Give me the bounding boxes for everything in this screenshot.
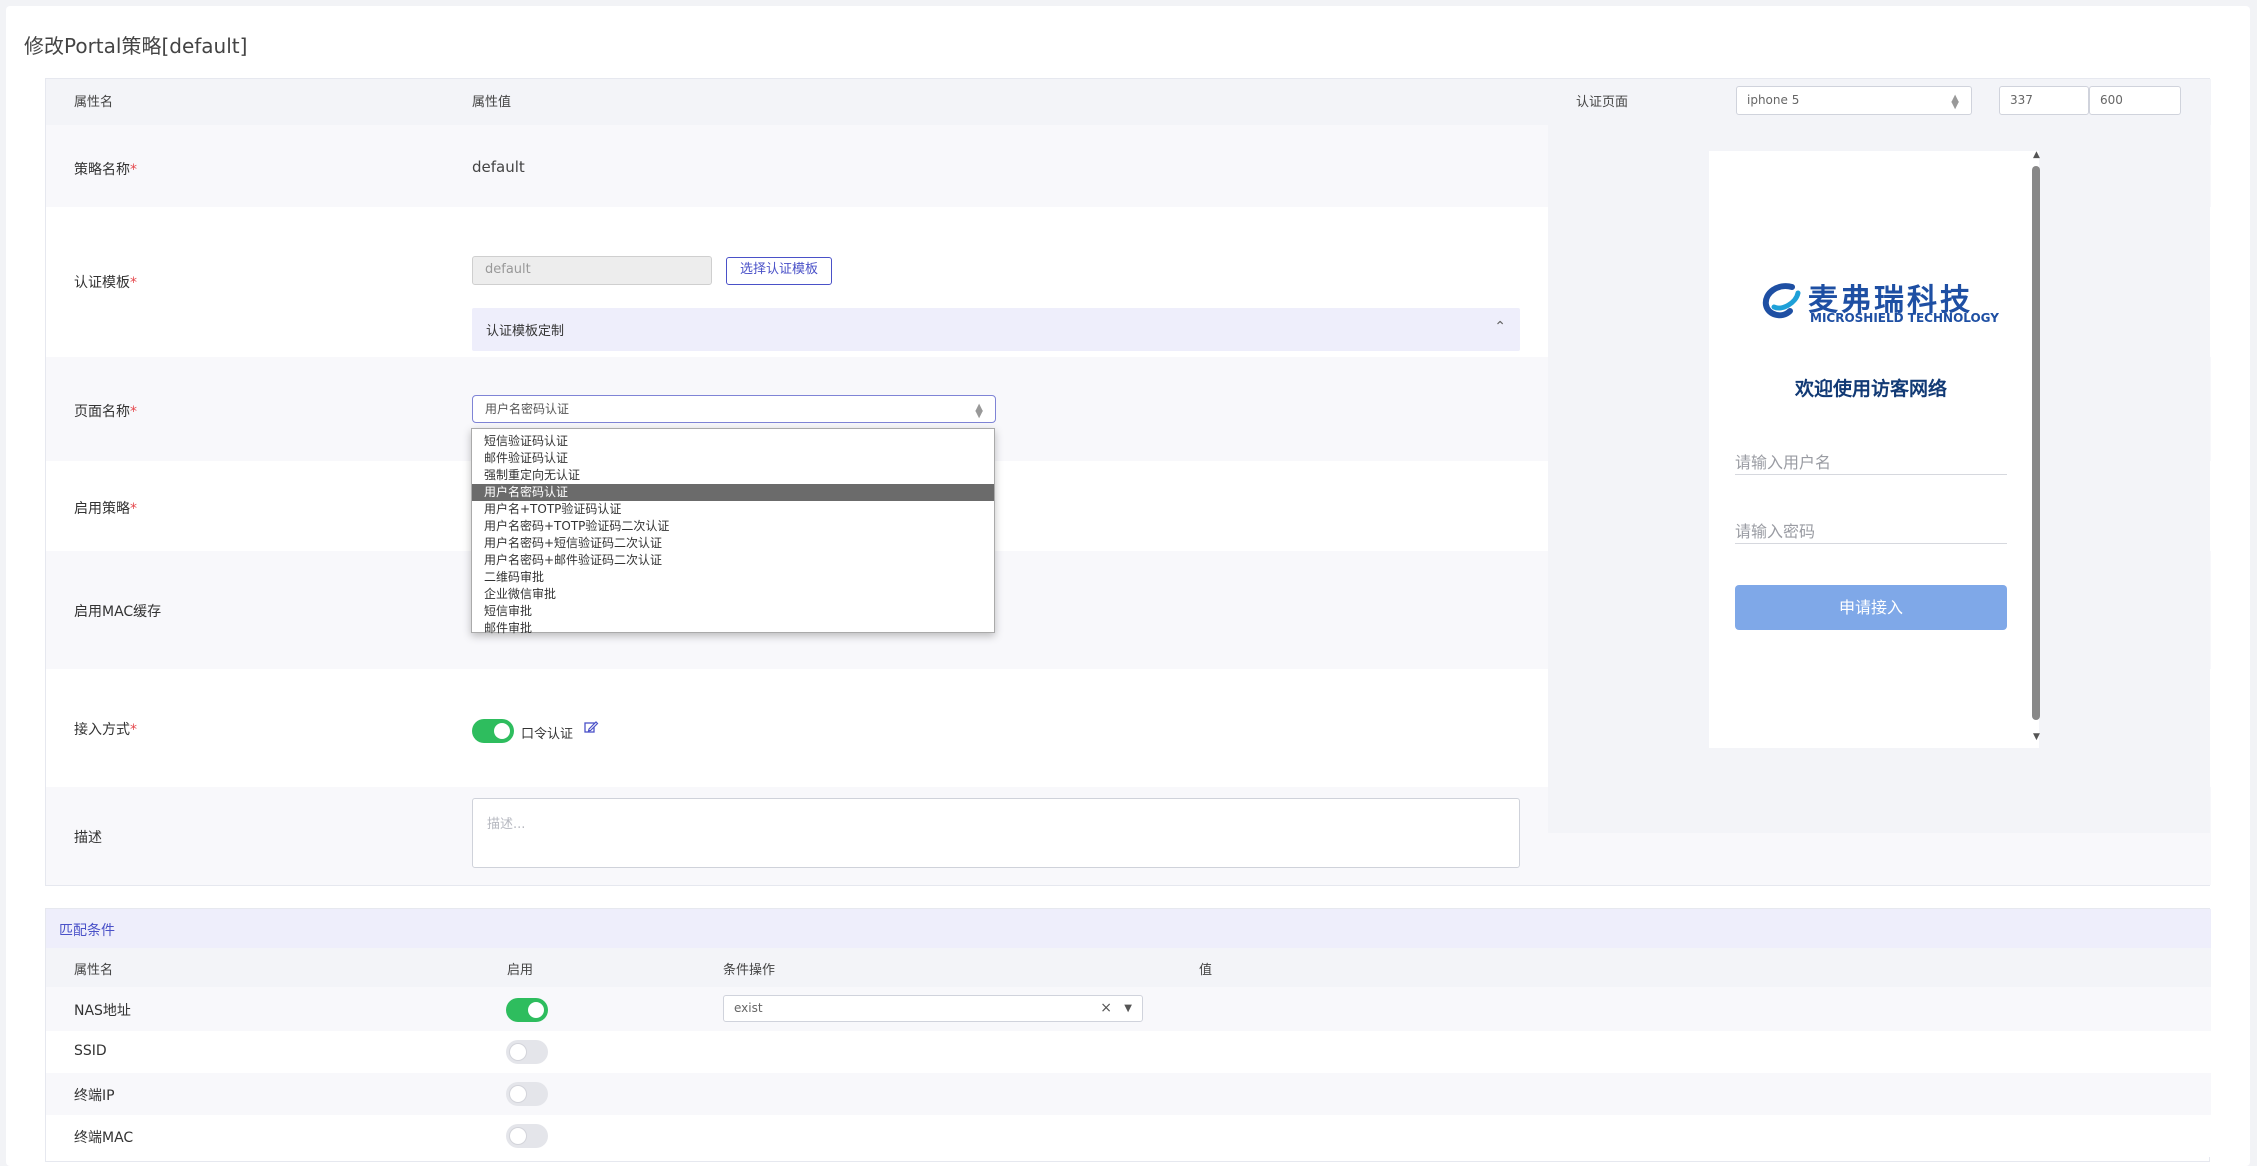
row-enable-toggle[interactable]: [506, 1040, 548, 1064]
dropdown-option[interactable]: 企业微信审批: [472, 586, 994, 603]
match-header-enable: 启用: [507, 963, 534, 978]
chevron-down-icon[interactable]: ▼: [1124, 996, 1132, 1021]
updown-icon: ▲ ▼: [975, 402, 983, 420]
dropdown-option[interactable]: 用户名密码+邮件验证码二次认证: [472, 552, 994, 569]
template-customize-label: 认证模板定制: [486, 324, 565, 339]
dropdown-option[interactable]: 用户名密码+TOTP验证码二次认证: [472, 518, 994, 535]
condition-op-value: exist: [734, 1001, 763, 1015]
dropdown-option[interactable]: 邮件验证码认证: [472, 450, 994, 467]
template-label: 认证模板*: [74, 275, 137, 291]
device-select[interactable]: iphone 5 ▲ ▼: [1736, 86, 1972, 115]
page-name-dropdown[interactable]: 短信验证码认证 邮件验证码认证 强制重定向无认证 用户名密码认证 用户名+TOT…: [471, 428, 995, 635]
scroll-up-icon[interactable]: ▲: [2033, 150, 2040, 160]
page-name-select-value: 用户名密码认证: [485, 402, 570, 416]
template-customize-bar[interactable]: 认证模板定制 ⌃: [472, 308, 1520, 351]
company-logo: 麦弗瑞科技 MICROSHIELD TECHNOLOGY: [1760, 275, 1999, 325]
access-method-label: 接入方式*: [74, 722, 137, 738]
dropdown-option[interactable]: 邮件审批: [472, 620, 994, 637]
mac-cache-label: 启用MAC缓存: [74, 604, 162, 620]
match-title: 匹配条件: [59, 923, 115, 939]
phone-preview: 麦弗瑞科技 MICROSHIELD TECHNOLOGY 欢迎使用访客网络 请输…: [1709, 151, 2039, 748]
access-method-option: 口令认证: [521, 727, 574, 742]
clear-icon[interactable]: ×: [1100, 996, 1112, 1021]
dropdown-option[interactable]: 用户名+TOTP验证码认证: [472, 501, 994, 518]
description-textarea[interactable]: [472, 798, 1520, 868]
match-header-name: 属性名: [74, 963, 114, 978]
device-select-value: iphone 5: [1747, 93, 1800, 107]
logo-en: MICROSHIELD TECHNOLOGY: [1810, 311, 1999, 325]
row-enable-toggle[interactable]: [506, 1082, 548, 1106]
match-title-bar: 匹配条件: [46, 909, 2211, 948]
header-value: 属性值: [472, 95, 512, 110]
logo-icon: [1762, 283, 1801, 319]
dropdown-option-selected[interactable]: 用户名密码认证: [472, 484, 994, 501]
row-name: 终端MAC: [74, 1130, 134, 1146]
match-header-value: 值: [1199, 963, 1213, 978]
row-enable-toggle[interactable]: [506, 1124, 548, 1148]
row-name: SSID: [74, 1043, 107, 1059]
edit-icon[interactable]: [583, 719, 599, 735]
dropdown-option[interactable]: 二维码审批: [472, 569, 994, 586]
page-name-label: 页面名称*: [74, 404, 137, 420]
updown-icon: ▲ ▼: [1951, 93, 1959, 111]
table-row: 终端IP: [46, 1073, 2211, 1115]
chevron-up-icon[interactable]: ⌃: [1494, 319, 1506, 335]
dropdown-option[interactable]: 短信验证码认证: [472, 433, 994, 450]
policy-name-label: 策略名称*: [74, 162, 137, 178]
apply-button[interactable]: 申请接入: [1735, 585, 2007, 630]
preview-height-input[interactable]: 600: [2089, 86, 2181, 115]
choose-template-button[interactable]: 选择认证模板: [726, 257, 832, 285]
row-enable-toggle[interactable]: [506, 998, 548, 1022]
row-name: 终端IP: [74, 1088, 115, 1104]
preview-scrollbar[interactable]: [2032, 166, 2040, 720]
policy-name-value: default: [472, 158, 525, 176]
table-row: NAS地址 exist × ▼: [46, 987, 2211, 1031]
welcome-text: 欢迎使用访客网络: [1794, 378, 1947, 400]
table-row: SSID: [46, 1031, 2211, 1073]
page-title: 修改Portal策略[default]: [24, 34, 248, 58]
template-input: default: [472, 256, 712, 285]
table-row: 终端MAC: [46, 1115, 2211, 1157]
preview-width-input[interactable]: 337: [1999, 86, 2089, 115]
preview-label: 认证页面: [1576, 95, 1629, 110]
match-header-op: 条件操作: [723, 963, 776, 978]
match-header-row: 属性名 启用 条件操作 值: [46, 948, 2211, 987]
access-method-toggle[interactable]: [472, 719, 514, 743]
scroll-down-icon[interactable]: ▼: [2033, 732, 2040, 742]
enable-policy-label: 启用策略*: [74, 501, 137, 517]
dropdown-option[interactable]: 用户名密码+短信验证码二次认证: [472, 535, 994, 552]
dropdown-option[interactable]: 强制重定向无认证: [472, 467, 994, 484]
condition-op-select[interactable]: exist × ▼: [723, 995, 1143, 1022]
password-input[interactable]: 请输入密码: [1735, 514, 2007, 544]
page-name-select[interactable]: 用户名密码认证 ▲ ▼: [472, 395, 996, 423]
dropdown-option[interactable]: 短信审批: [472, 603, 994, 620]
header-name: 属性名: [74, 95, 114, 110]
description-label: 描述: [74, 830, 102, 846]
row-name: NAS地址: [74, 1003, 131, 1019]
username-input[interactable]: 请输入用户名: [1735, 445, 2007, 475]
match-conditions: 匹配条件 属性名 启用 条件操作 值 NAS地址 exist × ▼ SSID …: [45, 908, 2211, 1162]
